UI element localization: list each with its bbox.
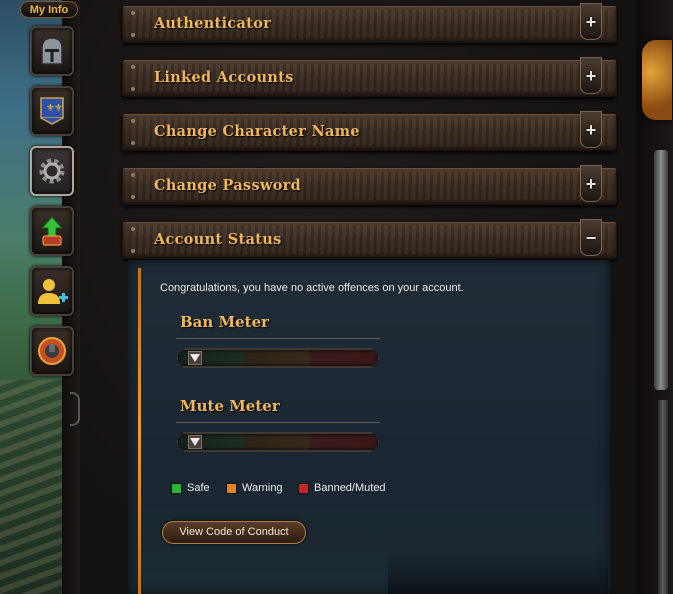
warning-swatch (226, 482, 237, 494)
meter-divider (176, 338, 380, 339)
mute-meter-indicator (188, 435, 202, 449)
rivet (131, 11, 135, 15)
collapse-button[interactable]: − (580, 219, 602, 256)
mute-meter-title: Mute Meter (180, 397, 280, 415)
panel-rail (138, 268, 141, 594)
rivet (131, 227, 135, 231)
expand-button[interactable]: + (580, 111, 602, 148)
right-decoration (636, 0, 673, 594)
nav-add-friend-button[interactable] (30, 266, 74, 316)
section-title: Linked Accounts (154, 69, 294, 86)
hook-icon (38, 337, 66, 365)
pillar-ornament (658, 400, 668, 594)
rivet (131, 87, 135, 91)
legend-banned-muted: Banned/Muted (298, 482, 386, 494)
banner-icon: ⚜ ⚜ (40, 97, 64, 125)
rivet (131, 65, 135, 69)
dragon-ornament (642, 40, 672, 120)
svg-text:⚜: ⚜ (54, 103, 63, 114)
upgrade-arrow-icon (40, 216, 64, 246)
expand-button[interactable]: + (580, 57, 602, 94)
ban-meter-indicator (188, 351, 202, 365)
sidebar-hook-ornament (70, 392, 80, 426)
section-change-character-name[interactable]: Change Character Name + (122, 111, 617, 151)
legend-label: Safe (187, 482, 210, 494)
account-status-panel: Congratulations, you have no active offe… (128, 260, 610, 594)
mute-meter (176, 432, 380, 452)
legend-warning: Warning (226, 482, 283, 494)
my-info-tab[interactable]: My Info (20, 1, 78, 18)
section-title: Account Status (154, 231, 282, 248)
legend-label: Warning (242, 482, 283, 494)
section-authenticator[interactable]: Authenticator + (122, 3, 617, 43)
meter-divider (176, 422, 380, 423)
ban-meter (176, 348, 380, 368)
rivet (131, 249, 135, 253)
nav-helmet-button[interactable] (30, 26, 74, 76)
rivet (131, 141, 135, 145)
section-title: Change Character Name (154, 123, 360, 140)
rivet (131, 33, 135, 37)
legend-label: Banned/Muted (314, 482, 386, 494)
panel-scenery (388, 550, 608, 594)
sword-ornament (654, 150, 668, 390)
section-account-status[interactable]: Account Status − (122, 219, 617, 259)
banned-swatch (298, 482, 309, 494)
expand-button[interactable]: + (580, 3, 602, 40)
status-message: Congratulations, you have no active offe… (160, 282, 464, 294)
nav-ironman-button[interactable] (30, 326, 74, 376)
section-title: Change Password (154, 177, 302, 194)
rivet (131, 195, 135, 199)
nav-clan-button[interactable]: ⚜ ⚜ (30, 86, 74, 136)
add-friend-icon (38, 279, 68, 304)
section-linked-accounts[interactable]: Linked Accounts + (122, 57, 617, 97)
gear-icon (39, 158, 65, 184)
section-title: Authenticator (154, 15, 272, 32)
expand-button[interactable]: + (580, 165, 602, 202)
rivet (131, 119, 135, 123)
nav-upgrade-button[interactable] (30, 206, 74, 256)
legend-safe: Safe (171, 482, 210, 494)
helmet-icon (41, 37, 63, 65)
ban-meter-title: Ban Meter (180, 313, 270, 331)
view-code-of-conduct-button[interactable]: View Code of Conduct (162, 521, 306, 544)
rivet (131, 173, 135, 177)
nav-settings-button[interactable] (30, 146, 74, 196)
section-change-password[interactable]: Change Password + (122, 165, 617, 205)
safe-swatch (171, 482, 182, 494)
